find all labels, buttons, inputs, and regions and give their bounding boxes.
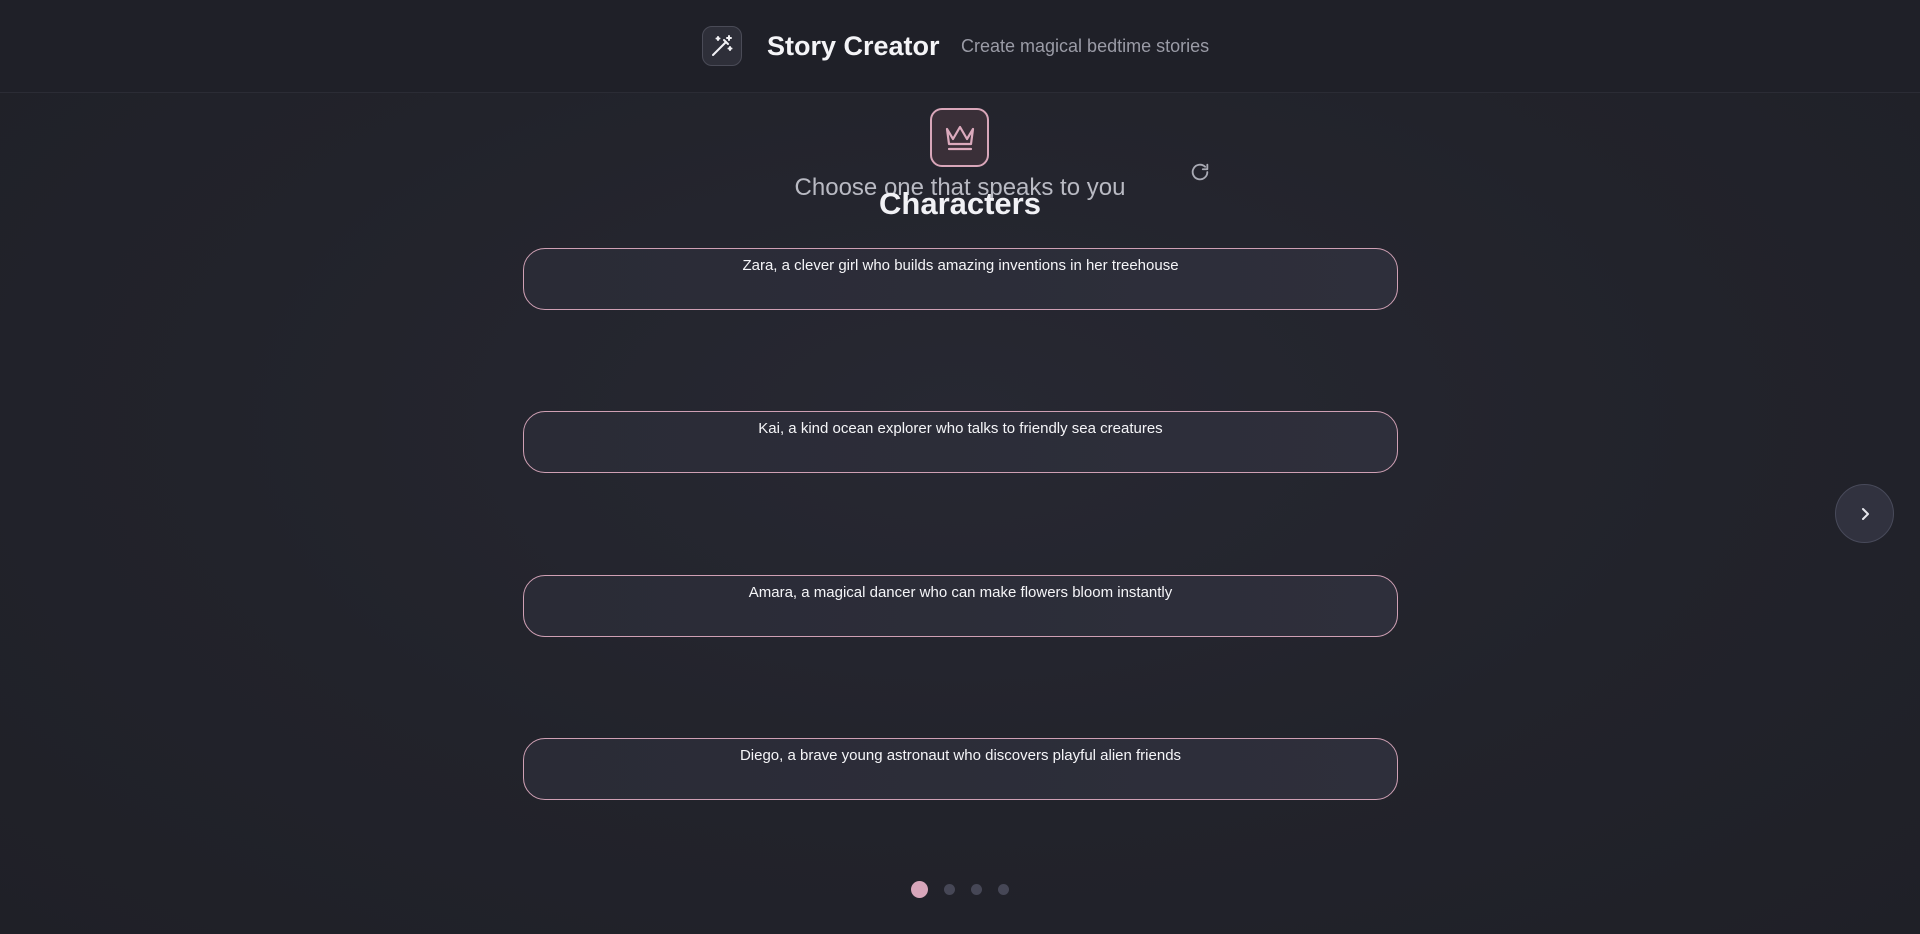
- pagination-dots: [0, 880, 1920, 898]
- option-label: Diego, a brave young astronaut who disco…: [739, 747, 1182, 764]
- option-card[interactable]: Zara, a clever girl who builds amazing i…: [523, 248, 1398, 310]
- option-card[interactable]: Amara, a magical dancer who can make flo…: [523, 575, 1398, 637]
- app-subtitle: Create magical bedtime stories: [961, 36, 1210, 56]
- story-creator-page: Story Creator Create magical bedtime sto…: [0, 0, 1920, 934]
- option-label: Kai, a kind ocean explorer who talks to …: [758, 420, 1163, 437]
- option-label: Zara, a clever girl who builds amazing i…: [742, 257, 1179, 274]
- chevron-right-icon: [1861, 507, 1869, 520]
- next-button[interactable]: [1835, 484, 1894, 543]
- section-title: Characters: [879, 186, 1041, 221]
- app-header: Story Creator Create magical bedtime sto…: [0, 0, 1920, 93]
- magic-wand-icon: [702, 26, 742, 66]
- option-label: Amara, a magical dancer who can make flo…: [748, 584, 1173, 601]
- pagination-dot[interactable]: [944, 883, 955, 895]
- pagination-dot[interactable]: [971, 883, 982, 895]
- refresh-button[interactable]: [1186, 158, 1214, 186]
- refresh-icon: [1191, 163, 1209, 181]
- option-card[interactable]: Kai, a kind ocean explorer who talks to …: [523, 411, 1398, 473]
- pagination-dot[interactable]: [911, 880, 928, 898]
- pagination-dot[interactable]: [998, 883, 1009, 895]
- crown-icon: [930, 108, 989, 167]
- option-card[interactable]: Diego, a brave young astronaut who disco…: [523, 738, 1398, 800]
- app-title: Story Creator: [767, 31, 940, 61]
